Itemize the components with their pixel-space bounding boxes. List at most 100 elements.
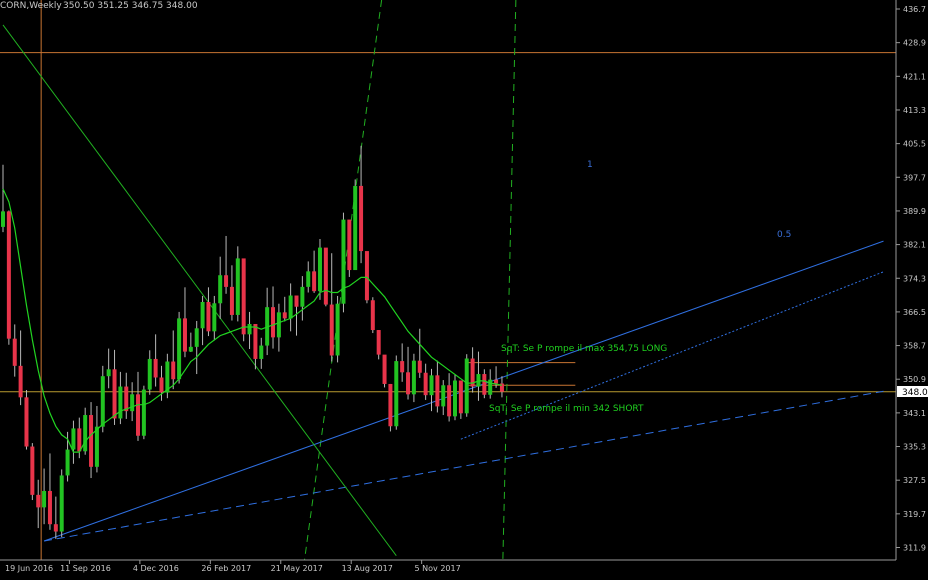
- candle-body: [488, 379, 493, 395]
- candle-body: [241, 258, 246, 335]
- time-tick-label: 5 Nov 2017: [415, 564, 461, 573]
- candle-body: [335, 303, 340, 356]
- candle-body: [153, 358, 158, 378]
- candle-body: [353, 185, 358, 271]
- candle-body: [229, 286, 234, 315]
- candle-body: [317, 247, 322, 292]
- candle-body: [429, 375, 434, 396]
- candle-body: [83, 415, 88, 452]
- candle-body: [141, 389, 146, 436]
- candle-body: [271, 307, 276, 338]
- ohlc-label: 350.50 351.25 346.75 348.00: [63, 1, 198, 11]
- candle-body: [1, 211, 5, 227]
- candle-body: [30, 446, 35, 495]
- candle-body: [341, 219, 346, 304]
- time-tick-label: 11 Sep 2016: [60, 564, 111, 573]
- price-tick-label: 366.5: [903, 308, 926, 317]
- candle-body: [282, 312, 287, 319]
- price-tick-label: 405.5: [903, 140, 926, 149]
- candle-body: [36, 494, 41, 508]
- fib-level-1-label: 1: [587, 160, 593, 170]
- candle-body: [423, 372, 428, 396]
- candle-body: [247, 323, 252, 335]
- price-tick-label: 319.7: [903, 510, 926, 519]
- candle-body: [218, 275, 223, 304]
- price-tick-label: 374.3: [903, 274, 926, 283]
- candle-body: [435, 375, 440, 407]
- candle-body: [400, 361, 405, 373]
- candle-body: [177, 318, 182, 380]
- chart-background: [0, 0, 928, 580]
- candle-body: [130, 394, 135, 412]
- candle-body: [406, 372, 411, 395]
- candle-body: [452, 380, 457, 417]
- candle-body: [124, 386, 129, 412]
- price-tick-label: 389.9: [903, 207, 926, 216]
- candle-body: [482, 374, 487, 395]
- candle-body: [224, 275, 229, 287]
- candle-body: [411, 360, 416, 395]
- candle-body: [59, 475, 64, 532]
- candle-body: [71, 428, 76, 450]
- price-tick-label: 397.7: [903, 173, 926, 182]
- candle-body: [394, 361, 399, 427]
- candle-body: [382, 354, 387, 384]
- candle-body: [136, 394, 141, 436]
- candle-body: [288, 295, 293, 319]
- candle-body: [388, 383, 393, 427]
- candle-body: [359, 185, 364, 252]
- candle-body: [329, 304, 334, 356]
- candle-body: [370, 300, 375, 331]
- candle-body: [171, 361, 176, 380]
- candle-body: [100, 376, 105, 427]
- candle-body: [65, 449, 70, 476]
- short-signal-text: SqT: Se P rompe il min 342 SHORT: [489, 404, 644, 414]
- last-price-value: 348.0: [902, 388, 928, 398]
- candle-body: [112, 369, 117, 419]
- candle-body: [212, 303, 217, 332]
- price-tick-label: 413.3: [903, 106, 926, 115]
- candle-body: [464, 358, 469, 414]
- chart-header: CORN,Weekly 350.50 351.25 346.75 348.00: [0, 1, 198, 11]
- price-tick-label: 382.1: [903, 241, 926, 250]
- candle-body: [253, 323, 258, 359]
- price-tick-label: 428.9: [903, 39, 926, 48]
- candle-body: [194, 328, 199, 347]
- candle-body: [476, 374, 481, 387]
- candle-body: [182, 318, 187, 352]
- candle-body: [89, 415, 94, 467]
- candle-body: [276, 312, 281, 338]
- candle-body: [300, 286, 305, 307]
- price-tick-label: 358.7: [903, 342, 926, 351]
- candle-body: [235, 258, 240, 315]
- candle-body: [347, 219, 352, 271]
- fib-level-05-label: 0.5: [777, 230, 791, 240]
- price-chart[interactable]: 436.7 428.9 421.1 413.3 405.5 397.7 389.9 382.1…: [0, 0, 928, 580]
- price-tick-label: 335.3: [903, 443, 926, 452]
- candle-body: [77, 428, 82, 452]
- candle-body: [106, 369, 111, 377]
- long-signal-text: SqT: Se P rompe il max 354,75 LONG: [501, 344, 667, 354]
- candle-body: [259, 345, 264, 359]
- candle-body: [206, 301, 211, 332]
- candle-body: [323, 247, 328, 305]
- time-tick-label: 4 Dec 2016: [133, 564, 179, 573]
- candle-body: [494, 379, 499, 384]
- candle-body: [364, 251, 369, 301]
- candle-body: [47, 490, 52, 525]
- candle-body: [6, 211, 11, 339]
- candle-body: [188, 346, 193, 352]
- candle-body: [12, 338, 17, 366]
- candle-body: [94, 426, 99, 467]
- symbol-label: CORN,Weekly: [0, 1, 62, 11]
- price-tick-label: 343.1: [903, 409, 926, 418]
- price-tick-label: 350.9: [903, 375, 926, 384]
- candle-body: [417, 360, 422, 373]
- candle-body: [42, 490, 47, 508]
- candle-body: [53, 524, 58, 532]
- candle-body: [294, 295, 299, 307]
- candle-body: [18, 365, 23, 398]
- time-tick-label: 13 Aug 2017: [342, 564, 393, 573]
- candle-body: [306, 271, 311, 287]
- candle-body: [441, 385, 446, 407]
